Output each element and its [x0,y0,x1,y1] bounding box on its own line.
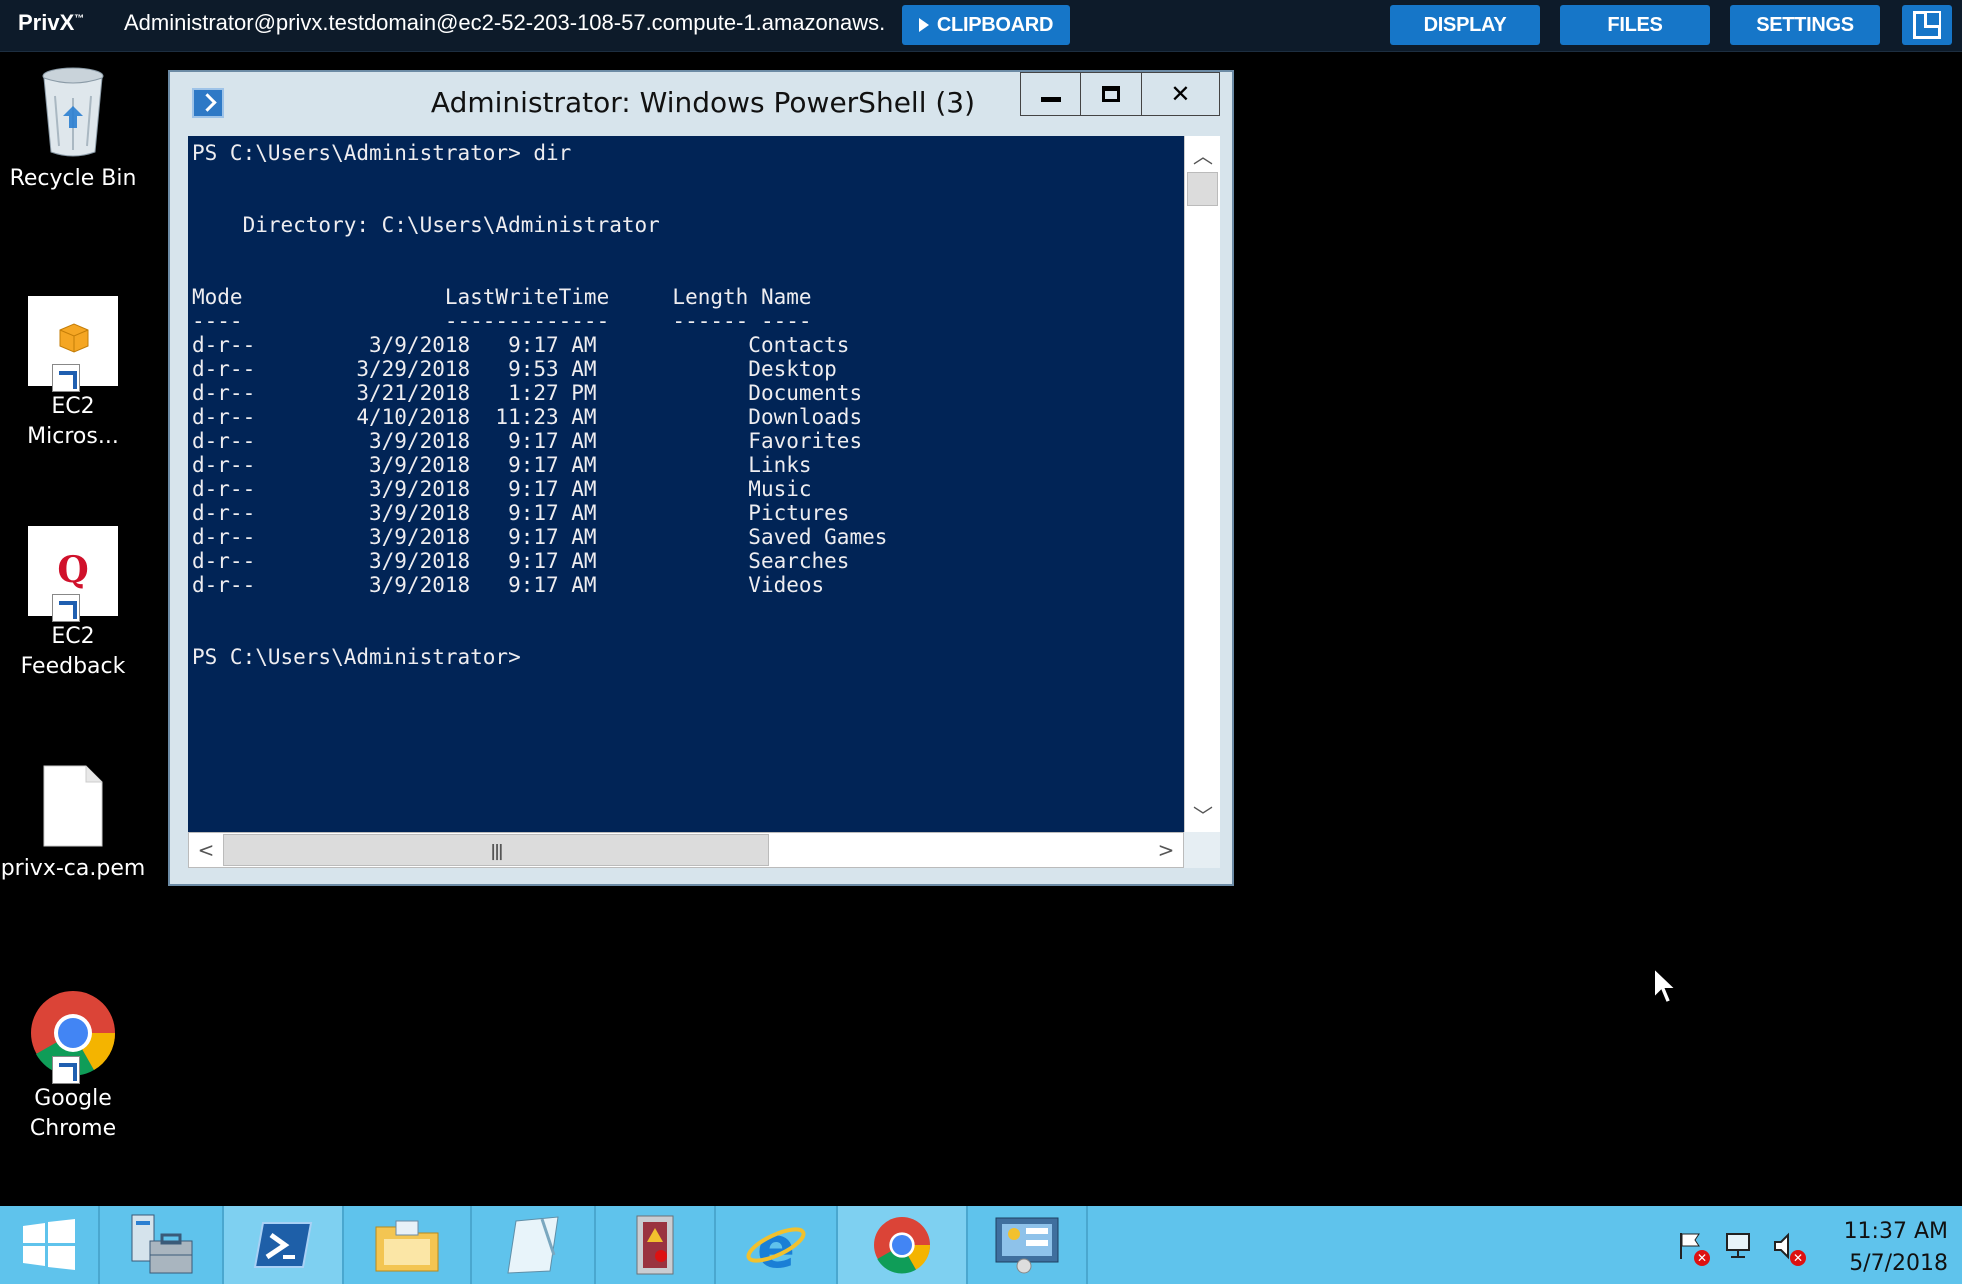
taskbar-security-config[interactable] [596,1206,716,1284]
file-icon [42,764,104,848]
console-output[interactable]: PS C:\Users\Administrator> dir Directory… [188,136,1184,832]
error-badge-icon: ✕ [1694,1250,1710,1266]
play-arrow-icon [918,18,929,32]
privx-logo: PrivX™ [18,10,85,35]
mouse-cursor-icon [1652,965,1679,1010]
minimize-button[interactable] [1021,73,1082,115]
shortcut-arrow-icon [52,364,80,392]
taskbar-notepad[interactable] [472,1206,596,1284]
horizontal-scroll-thumb[interactable]: ||| [223,834,769,866]
security-icon [636,1215,674,1275]
ec2-box-icon [28,296,118,392]
scroll-up-icon[interactable]: ︿ [1185,136,1221,172]
vertical-scrollbar[interactable]: ︿ ﹀ [1184,136,1220,832]
internet-explorer-icon: e [746,1216,806,1275]
svg-text:e: e [757,1216,795,1275]
taskbar-internet-explorer[interactable]: e [716,1206,838,1284]
taskbar: e ✕ ✕ 11:37 AM 5/7/2018 [0,1206,1962,1284]
notepad-icon [507,1216,559,1274]
chrome-icon [28,988,118,1084]
muted-badge-icon: ✕ [1790,1250,1806,1266]
vertical-scroll-thumb[interactable] [1187,172,1218,206]
taskbar-control-panel[interactable] [968,1206,1088,1284]
resize-grip-icon[interactable] [1184,832,1220,868]
minimize-icon [1040,96,1061,102]
tray-action-center[interactable]: ✕ [1674,1230,1710,1266]
shortcut-arrow-icon [52,594,80,622]
scroll-left-icon[interactable]: < [189,833,223,867]
desktop-icon-privx-ca-pem[interactable]: privx-ca.pem [0,764,146,884]
connection-title: Administrator@privx.testdomain@ec2-52-20… [124,10,886,35]
horizontal-scrollbar[interactable]: < ||| > [188,832,1184,868]
taskbar-powershell[interactable] [224,1206,344,1284]
taskbar-file-explorer[interactable] [344,1206,472,1284]
taskbar-chrome[interactable] [838,1206,968,1284]
popout-icon [1913,11,1941,39]
console-text: PS C:\Users\Administrator> dir Directory… [192,141,888,669]
server-manager-icon [131,1214,193,1274]
clock-date: 5/7/2018 [1849,1251,1948,1276]
window-titlebar[interactable]: Administrator: Windows PowerShell (3) ✕ [170,72,1232,136]
start-icon [23,1219,75,1270]
desktop-icon-ec2-feedback[interactable]: Q EC2 Feedback [0,526,146,682]
powershell-window[interactable]: Administrator: Windows PowerShell (3) ✕ … [168,70,1234,886]
popout-button[interactable] [1902,5,1952,45]
window-controls: ✕ [1020,72,1220,116]
privx-toolbar: PrivX™ Administrator@privx.testdomain@ec… [0,0,1962,52]
close-icon: ✕ [1170,80,1191,108]
scroll-right-icon[interactable]: > [1149,833,1183,867]
desktop-icon-ec2-micros[interactable]: EC2 Micros... [0,296,146,452]
tray-network[interactable] [1722,1230,1754,1262]
maximize-icon [1102,86,1121,102]
display-button[interactable]: DISPLAY [1390,5,1540,45]
settings-button[interactable]: SETTINGS [1730,5,1880,45]
scroll-down-icon[interactable]: ﹀ [1185,796,1221,832]
feedback-q-icon: Q [28,526,118,622]
control-panel-icon [995,1217,1059,1274]
desktop-icon-google-chrome[interactable]: Google Chrome [0,988,146,1144]
shortcut-arrow-icon [52,1056,80,1084]
desktop-icon-recycle-bin[interactable]: Recycle Bin [0,66,146,194]
network-icon [1726,1233,1750,1258]
svg-text:Q: Q [57,549,88,591]
start-button[interactable] [0,1206,100,1284]
close-button[interactable]: ✕ [1142,73,1219,115]
powershell-icon [253,1222,313,1268]
maximize-button[interactable] [1081,73,1142,115]
tray-volume[interactable]: ✕ [1770,1230,1806,1266]
files-button[interactable]: FILES [1560,5,1710,45]
clipboard-button[interactable]: CLIPBOARD [902,5,1070,45]
taskbar-server-manager[interactable] [100,1206,224,1284]
chrome-icon [874,1217,931,1274]
clock-time: 11:37 AM [1843,1219,1948,1244]
file-explorer-icon [375,1220,439,1272]
taskbar-clock[interactable]: 11:37 AM 5/7/2018 [1844,1216,1948,1280]
recycle-bin-icon [37,66,109,158]
